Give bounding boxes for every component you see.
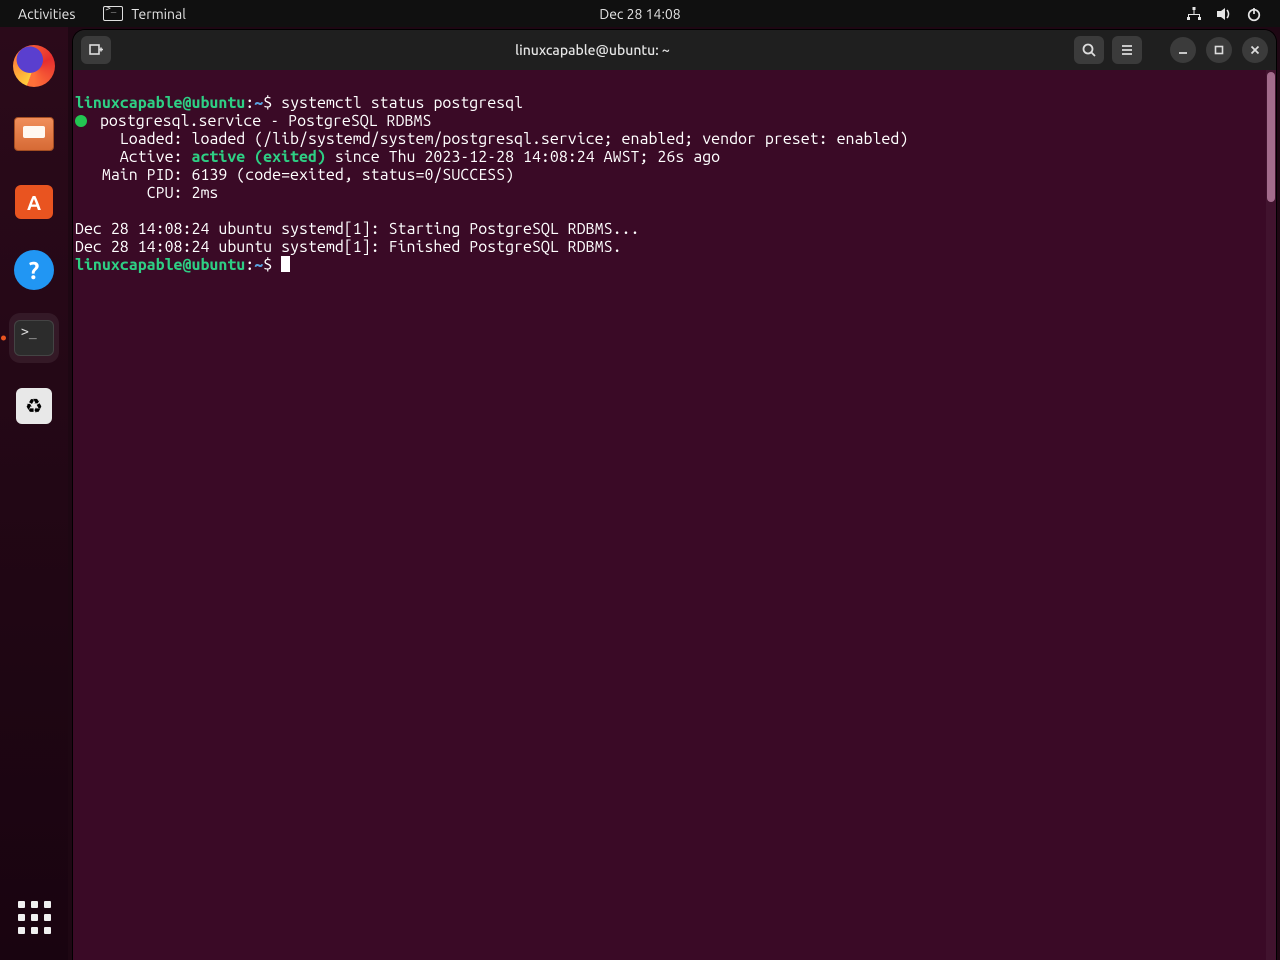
- log-line-1: Dec 28 14:08:24 ubuntu systemd[1]: Start…: [75, 220, 639, 238]
- status-dot-icon: [75, 115, 87, 127]
- dock-app-trash[interactable]: ♻: [9, 381, 59, 431]
- topbar-running-app[interactable]: Terminal: [93, 6, 196, 22]
- prompt2-sep2: $: [263, 256, 272, 274]
- log-line-2: Dec 28 14:08:24 ubuntu systemd[1]: Finis…: [75, 238, 622, 256]
- prompt2-user: linuxcapable@ubuntu: [75, 256, 245, 274]
- ubuntu-dock: ? ♻: [0, 27, 68, 960]
- dock-app-software[interactable]: [9, 177, 59, 227]
- topbar-clock[interactable]: Dec 28 14:08: [599, 6, 680, 22]
- window-maximize-button[interactable]: [1206, 37, 1232, 63]
- prompt-sep2: $: [263, 94, 272, 112]
- dock-app-files[interactable]: [9, 109, 59, 159]
- prompt-path: ~: [254, 94, 263, 112]
- help-icon: ?: [14, 250, 54, 290]
- prompt-user: linuxcapable@ubuntu: [75, 94, 245, 112]
- prompt2-path: ~: [254, 256, 263, 274]
- window-close-button[interactable]: [1242, 37, 1268, 63]
- activities-button[interactable]: Activities: [0, 6, 93, 22]
- unit-line: postgresql.service - PostgreSQL RDBMS: [91, 112, 431, 130]
- gnome-top-bar: Activities Terminal Dec 28 14:08: [0, 0, 1280, 27]
- hamburger-menu-button[interactable]: [1112, 36, 1142, 64]
- terminal-app-icon: [14, 320, 54, 356]
- firefox-icon: [13, 45, 55, 87]
- software-center-icon: [15, 185, 53, 219]
- loaded-line: Loaded: loaded (/lib/systemd/system/post…: [75, 130, 908, 148]
- terminal-cursor: [281, 256, 290, 272]
- topbar-running-app-label: Terminal: [131, 6, 186, 22]
- cpu-line: CPU: 2ms: [75, 184, 218, 202]
- power-icon[interactable]: [1246, 6, 1262, 22]
- terminal-output[interactable]: linuxcapable@ubuntu:~$ systemctl status …: [73, 70, 1276, 960]
- prompt2-sep1: :: [245, 256, 254, 274]
- new-tab-button[interactable]: [81, 36, 111, 64]
- active-label: Active:: [75, 148, 191, 166]
- show-applications-button[interactable]: [9, 892, 59, 942]
- window-titlebar: linuxcapable@ubuntu: ~: [73, 30, 1276, 70]
- terminal-scroll-thumb[interactable]: [1267, 72, 1275, 202]
- prompt-sep1: :: [245, 94, 254, 112]
- window-minimize-button[interactable]: [1170, 37, 1196, 63]
- dock-app-firefox[interactable]: [9, 41, 59, 91]
- entered-command: systemctl status postgresql: [281, 94, 523, 112]
- dock-app-terminal[interactable]: [9, 313, 59, 363]
- dock-app-help[interactable]: ?: [9, 245, 59, 295]
- files-icon: [14, 117, 54, 151]
- search-button[interactable]: [1074, 36, 1104, 64]
- volume-icon[interactable]: [1216, 6, 1232, 22]
- active-rest: since Thu 2023-12-28 14:08:24 AWST; 26s …: [326, 148, 720, 166]
- terminal-glyph-icon: [103, 6, 123, 21]
- terminal-window: linuxcapable@ubuntu: ~ linuxcapable@ubun…: [73, 30, 1276, 960]
- network-icon[interactable]: [1186, 6, 1202, 22]
- active-value: active (exited): [191, 148, 325, 166]
- window-title: linuxcapable@ubuntu: ~: [119, 42, 1066, 58]
- main-pid-line: Main PID: 6139 (code=exited, status=0/SU…: [75, 166, 514, 184]
- terminal-scrollbar[interactable]: [1266, 70, 1276, 960]
- trash-icon: ♻: [16, 388, 52, 424]
